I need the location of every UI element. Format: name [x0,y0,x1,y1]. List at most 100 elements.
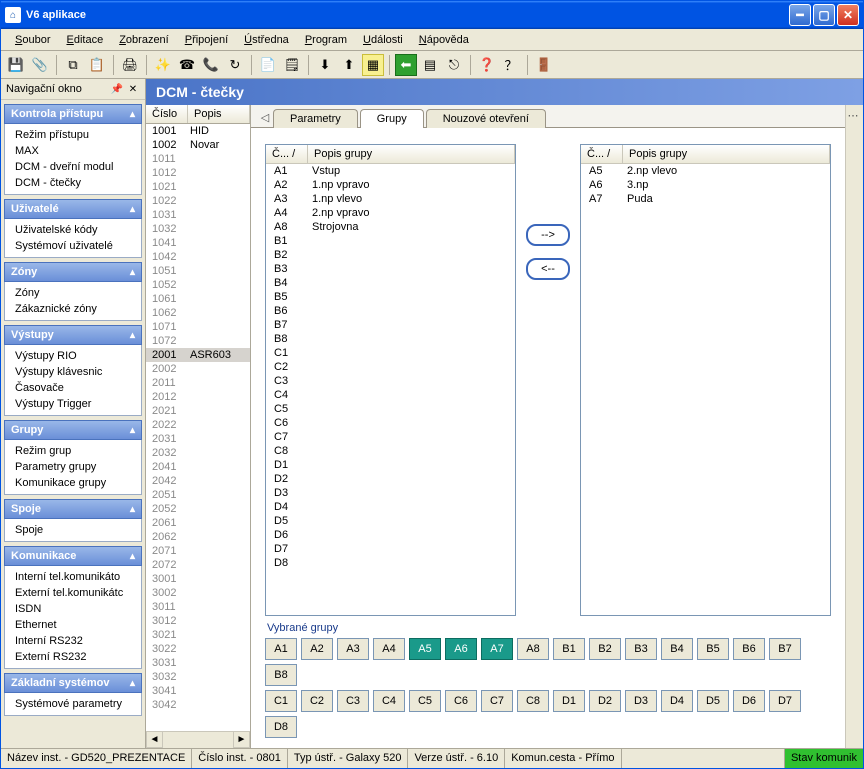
paperclip-icon[interactable]: 📎 [29,54,51,76]
navitem-3-0[interactable]: Výstupy RIO [5,348,141,364]
chip-A6[interactable]: A6 [445,638,477,660]
group-row[interactable]: A42.np vpravo [266,206,515,220]
list-row[interactable]: 3021 [146,628,250,642]
navitem-6-1[interactable]: Externí tel.komunikátc [5,585,141,601]
list-row[interactable]: 3042 [146,698,250,712]
list-row[interactable]: 2031 [146,432,250,446]
chip-A1[interactable]: A1 [265,638,297,660]
group-row[interactable]: C1 [266,346,515,360]
chip-B2[interactable]: B2 [589,638,621,660]
group-row[interactable]: A7Puda [581,192,830,206]
menu-nápověda[interactable]: Nápověda [411,32,477,48]
pin-icon[interactable]: 📌 [110,82,124,96]
chip-D8[interactable]: D8 [265,716,297,738]
navitem-0-3[interactable]: DCM - čtečky [5,175,141,191]
print-icon[interactable]: 🖨 [119,54,141,76]
navgroup-5[interactable]: Spoje▴ [4,499,142,519]
navitem-3-1[interactable]: Výstupy klávesnic [5,364,141,380]
minimize-button[interactable]: ━ [789,4,811,26]
chip-B8[interactable]: B8 [265,664,297,686]
chip-B5[interactable]: B5 [697,638,729,660]
group-row[interactable]: D1 [266,458,515,472]
available-groups-list[interactable]: Č... / Popis grupy A1VstupA21.np vpravoA… [265,144,516,616]
navitem-2-0[interactable]: Zóny [5,285,141,301]
menu-připojení[interactable]: Připojení [177,32,236,48]
group-row[interactable]: D4 [266,500,515,514]
chip-D7[interactable]: D7 [769,690,801,712]
chip-C3[interactable]: C3 [337,690,369,712]
maximize-button[interactable]: ▢ [813,4,835,26]
navitem-3-3[interactable]: Výstupy Trigger [5,396,141,412]
list-row[interactable]: 1022 [146,194,250,208]
navgroup-0[interactable]: Kontrola přístupu▴ [4,104,142,124]
navitem-6-4[interactable]: Interní RS232 [5,633,141,649]
wand-icon[interactable]: ✨ [152,54,174,76]
group-row[interactable]: C6 [266,416,515,430]
list-row[interactable]: 1071 [146,320,250,334]
list-row[interactable]: 2071 [146,544,250,558]
group-row[interactable]: B3 [266,262,515,276]
list-row[interactable]: 2062 [146,530,250,544]
chip-A8[interactable]: A8 [517,638,549,660]
chip-B1[interactable]: B1 [553,638,585,660]
tab-nouzové otevření[interactable]: Nouzové otevření [426,109,546,128]
group-row[interactable]: B4 [266,276,515,290]
chip-A2[interactable]: A2 [301,638,333,660]
menu-události[interactable]: Události [355,32,411,48]
chip-C5[interactable]: C5 [409,690,441,712]
navitem-3-2[interactable]: Časovače [5,380,141,396]
navitem-2-1[interactable]: Zákaznické zóny [5,301,141,317]
menu-soubor[interactable]: Soubor [7,32,58,48]
list-row[interactable]: 2041 [146,460,250,474]
chip-C4[interactable]: C4 [373,690,405,712]
group-row[interactable]: A8Strojovna [266,220,515,234]
list-row[interactable]: 1041 [146,236,250,250]
list-row[interactable]: 2001ASR603 [146,348,250,362]
navitem-5-0[interactable]: Spoje [5,522,141,538]
exit-icon[interactable]: ⎋ [443,54,465,76]
group-row[interactable]: B6 [266,304,515,318]
group-row[interactable]: C4 [266,388,515,402]
navitem-7-0[interactable]: Systémové parametry [5,696,141,712]
group-row[interactable]: A52.np vlevo [581,164,830,178]
log-icon[interactable]: 🗒 [281,54,303,76]
group-row[interactable]: D7 [266,542,515,556]
list-row[interactable]: 1052 [146,278,250,292]
navitem-4-1[interactable]: Parametry grupy [5,459,141,475]
list-row[interactable]: 2021 [146,404,250,418]
list-row[interactable]: 2011 [146,376,250,390]
chip-C8[interactable]: C8 [517,690,549,712]
group-row[interactable]: D6 [266,528,515,542]
chip-D3[interactable]: D3 [625,690,657,712]
chip-D4[interactable]: D4 [661,690,693,712]
collapse-right-icon[interactable]: ⋯ [848,109,862,123]
group-row[interactable]: C5 [266,402,515,416]
list-row[interactable]: 3001 [146,572,250,586]
navgroup-1[interactable]: Uživatelé▴ [4,199,142,219]
selected-groups-list[interactable]: Č... / Popis grupy A52.np vlevoA63.npA7P… [580,144,831,616]
nav-body[interactable]: Kontrola přístupu▴Režim přístupuMAXDCM -… [1,100,145,748]
list-row[interactable]: 2012 [146,390,250,404]
tab-scroll-left-icon[interactable]: ◁ [257,109,273,127]
group-row[interactable]: B1 [266,234,515,248]
list-row[interactable]: 1021 [146,180,250,194]
chip-D5[interactable]: D5 [697,690,729,712]
list-body[interactable]: 1001HID1002Novar101110121021102210311032… [146,124,250,731]
list-row[interactable]: 2002 [146,362,250,376]
upload-icon[interactable]: ⬆ [338,54,360,76]
list-row[interactable]: 3002 [146,586,250,600]
list-row[interactable]: 3041 [146,684,250,698]
list-row[interactable]: 1061 [146,292,250,306]
group-row[interactable]: D3 [266,486,515,500]
list-row[interactable]: 2042 [146,474,250,488]
navitem-4-0[interactable]: Režim grup [5,443,141,459]
group-row[interactable]: B5 [266,290,515,304]
group-row[interactable]: A21.np vpravo [266,178,515,192]
copy-icon[interactable]: ⧉ [62,54,84,76]
lv-col-desc[interactable]: Popis grupy [308,145,515,163]
list-row[interactable]: 1031 [146,208,250,222]
navitem-4-2[interactable]: Komunikace grupy [5,475,141,491]
save-icon[interactable]: 💾 [5,54,27,76]
navgroup-6[interactable]: Komunikace▴ [4,546,142,566]
tab-grupy[interactable]: Grupy [360,109,424,128]
